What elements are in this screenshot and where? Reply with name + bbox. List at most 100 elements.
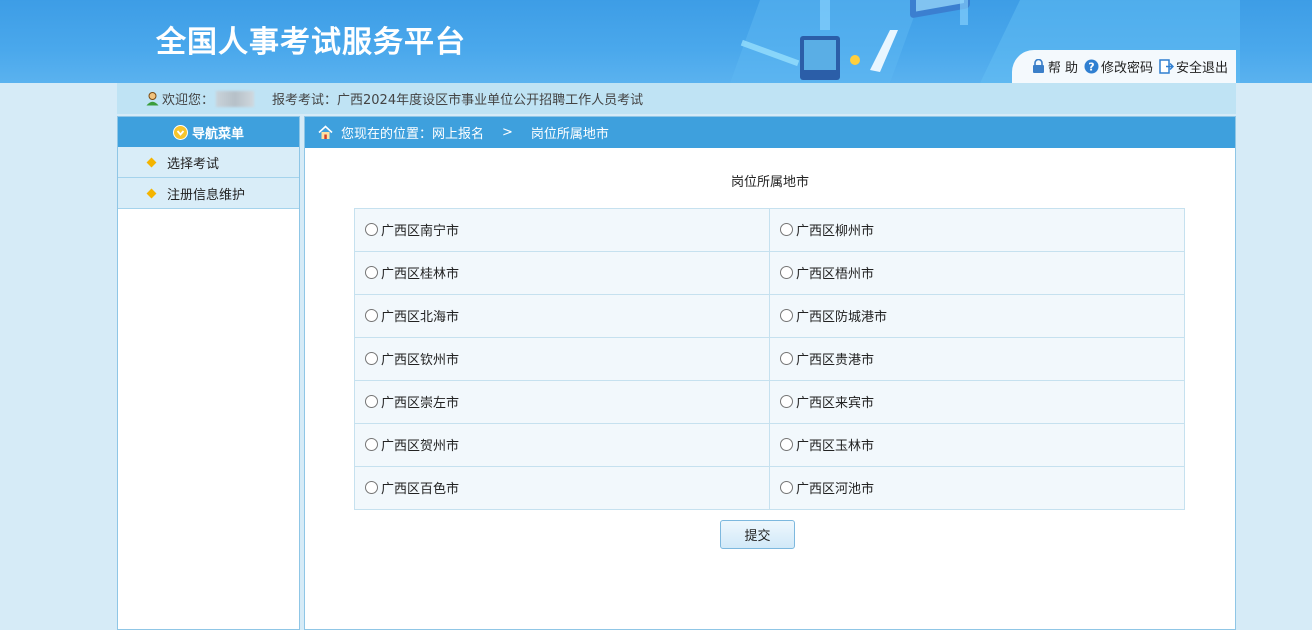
table-row: 广西区百色市 广西区河池市 xyxy=(354,466,1185,510)
table-cell: 广西区河池市 xyxy=(769,466,1185,510)
username-redacted xyxy=(216,90,255,107)
sidebar-item-label: 选择考试 xyxy=(167,156,220,172)
radio-button[interactable] xyxy=(365,395,378,408)
radio-button[interactable] xyxy=(780,309,793,322)
table-cell: 广西区梧州市 xyxy=(769,251,1185,295)
city-label: 广西区防城港市 xyxy=(796,310,888,325)
lock-icon xyxy=(1032,59,1044,73)
breadcrumb: 您现在的位置：网上报名 > 岗位所属地市 xyxy=(305,117,1235,148)
svg-text:?: ? xyxy=(1088,61,1094,74)
radio-button[interactable] xyxy=(780,266,793,279)
table-cell: 广西区防城港市 xyxy=(769,294,1185,338)
city-label: 广西区贺州市 xyxy=(381,439,460,454)
city-label: 广西区梧州市 xyxy=(796,267,875,282)
city-radio-option[interactable]: 广西区贵港市 xyxy=(780,349,874,368)
table-row: 广西区崇左市 广西区来宾市 xyxy=(354,380,1185,424)
site-title: 全国人事考试服务平台 xyxy=(156,25,466,60)
table-cell: 广西区来宾市 xyxy=(769,380,1185,424)
table-cell: 广西区南宁市 xyxy=(354,208,770,252)
city-radio-option[interactable]: 广西区柳州市 xyxy=(780,220,874,239)
radio-button[interactable] xyxy=(780,438,793,451)
city-label: 广西区来宾市 xyxy=(796,396,875,411)
city-radio-option[interactable]: 广西区钦州市 xyxy=(365,349,459,368)
radio-button[interactable] xyxy=(365,266,378,279)
table-cell: 广西区桂林市 xyxy=(354,251,770,295)
city-radio-option[interactable]: 广西区来宾市 xyxy=(780,392,874,411)
sidebar-item-label: 注册信息维护 xyxy=(167,187,246,203)
change-password-label: 修改密码 xyxy=(1100,61,1153,76)
city-label: 广西区柳州市 xyxy=(796,224,875,239)
table-cell: 广西区崇左市 xyxy=(354,380,770,424)
main-panel: 您现在的位置：网上报名 > 岗位所属地市 岗位所属地市 广西区南宁市 广西区柳州市… xyxy=(304,116,1236,630)
table-cell: 广西区百色市 xyxy=(354,466,770,510)
city-radio-option[interactable]: 广西区桂林市 xyxy=(365,263,459,282)
sidebar-title: 导航菜单 xyxy=(191,126,244,142)
radio-button[interactable] xyxy=(365,438,378,451)
table-row: 广西区钦州市 广西区贵港市 xyxy=(354,337,1185,381)
help-link[interactable]: 帮 助 xyxy=(1031,57,1078,76)
city-radio-option[interactable]: 广西区南宁市 xyxy=(365,220,459,239)
city-radio-option[interactable]: 广西区贺州市 xyxy=(365,435,459,454)
city-label: 广西区桂林市 xyxy=(381,267,460,282)
user-bar: 欢迎您： 报考考试：广西2024年度设区市事业单位公开招聘工作人员考试 xyxy=(117,83,1236,114)
home-icon xyxy=(318,125,333,139)
table-row: 广西区南宁市 广西区柳州市 xyxy=(354,208,1185,252)
bullet-icon xyxy=(146,188,157,198)
table-cell: 广西区玉林市 xyxy=(769,423,1185,467)
city-label: 广西区河池市 xyxy=(796,482,875,497)
table-row: 广西区桂林市 广西区梧州市 xyxy=(354,251,1185,295)
city-radio-option[interactable]: 广西区百色市 xyxy=(365,478,459,497)
breadcrumb-separator: > xyxy=(502,125,513,140)
radio-button[interactable] xyxy=(365,223,378,236)
radio-button[interactable] xyxy=(365,309,378,322)
city-label: 广西区南宁市 xyxy=(381,224,460,239)
breadcrumb-path: 您现在的位置：网上报名 xyxy=(341,127,485,142)
exam-info: 报考考试：广西2024年度设区市事业单位公开招聘工作人员考试 xyxy=(272,93,644,108)
radio-button[interactable] xyxy=(780,481,793,494)
radio-button[interactable] xyxy=(365,352,378,365)
question-icon: ? xyxy=(1084,59,1099,74)
city-label: 广西区钦州市 xyxy=(381,353,460,368)
city-label: 广西区贵港市 xyxy=(796,353,875,368)
help-label: 帮 助 xyxy=(1047,61,1078,76)
breadcrumb-current: 岗位所属地市 xyxy=(530,127,609,142)
sidebar: 导航菜单 选择考试 注册信息维护 xyxy=(117,116,300,630)
logout-label: 安全退出 xyxy=(1175,61,1228,76)
logout-icon xyxy=(1159,59,1174,74)
city-radio-option[interactable]: 广西区防城港市 xyxy=(780,306,887,325)
table-cell: 广西区北海市 xyxy=(354,294,770,338)
form-title: 岗位所属地市 xyxy=(730,175,809,190)
table-row: 广西区北海市 广西区防城港市 xyxy=(354,294,1185,338)
city-label: 广西区玉林市 xyxy=(796,439,875,454)
city-label: 广西区北海市 xyxy=(381,310,460,325)
sidebar-item-select-exam[interactable]: 选择考试 xyxy=(118,147,299,178)
header-banner: 全国人事考试服务平台 帮 助 ? 修改密码 安全退出 xyxy=(0,0,1312,83)
city-radio-option[interactable]: 广西区北海市 xyxy=(365,306,459,325)
city-label: 广西区百色市 xyxy=(381,482,460,497)
user-icon xyxy=(146,92,159,106)
city-radio-option[interactable]: 广西区河池市 xyxy=(780,478,874,497)
city-options-table: 广西区南宁市 广西区柳州市 广西区桂林市 广西区梧州市 广西区北海市 广西区防城港市 广西区… xyxy=(354,208,1185,510)
table-cell: 广西区贵港市 xyxy=(769,337,1185,381)
radio-button[interactable] xyxy=(780,352,793,365)
city-radio-option[interactable]: 广西区梧州市 xyxy=(780,263,874,282)
city-radio-option[interactable]: 广西区玉林市 xyxy=(780,435,874,454)
sidebar-item-registration-info[interactable]: 注册信息维护 xyxy=(118,178,299,209)
radio-button[interactable] xyxy=(780,395,793,408)
radio-button[interactable] xyxy=(780,223,793,236)
sidebar-header: 导航菜单 xyxy=(118,117,299,147)
table-cell: 广西区贺州市 xyxy=(354,423,770,467)
table-cell: 广西区柳州市 xyxy=(769,208,1185,252)
submit-button[interactable]: 提交 xyxy=(720,520,795,549)
table-row: 广西区贺州市 广西区玉林市 xyxy=(354,423,1185,467)
city-label: 广西区崇左市 xyxy=(381,396,460,411)
city-radio-option[interactable]: 广西区崇左市 xyxy=(365,392,459,411)
logout-link[interactable]: 安全退出 xyxy=(1159,57,1228,76)
bullet-icon xyxy=(146,157,157,167)
chevron-down-circle-icon xyxy=(172,124,188,140)
change-password-link[interactable]: ? 修改密码 xyxy=(1084,57,1153,76)
table-cell: 广西区钦州市 xyxy=(354,337,770,381)
top-links: 帮 助 ? 修改密码 安全退出 xyxy=(1012,50,1236,83)
welcome-text: 欢迎您： xyxy=(162,93,215,108)
radio-button[interactable] xyxy=(365,481,378,494)
